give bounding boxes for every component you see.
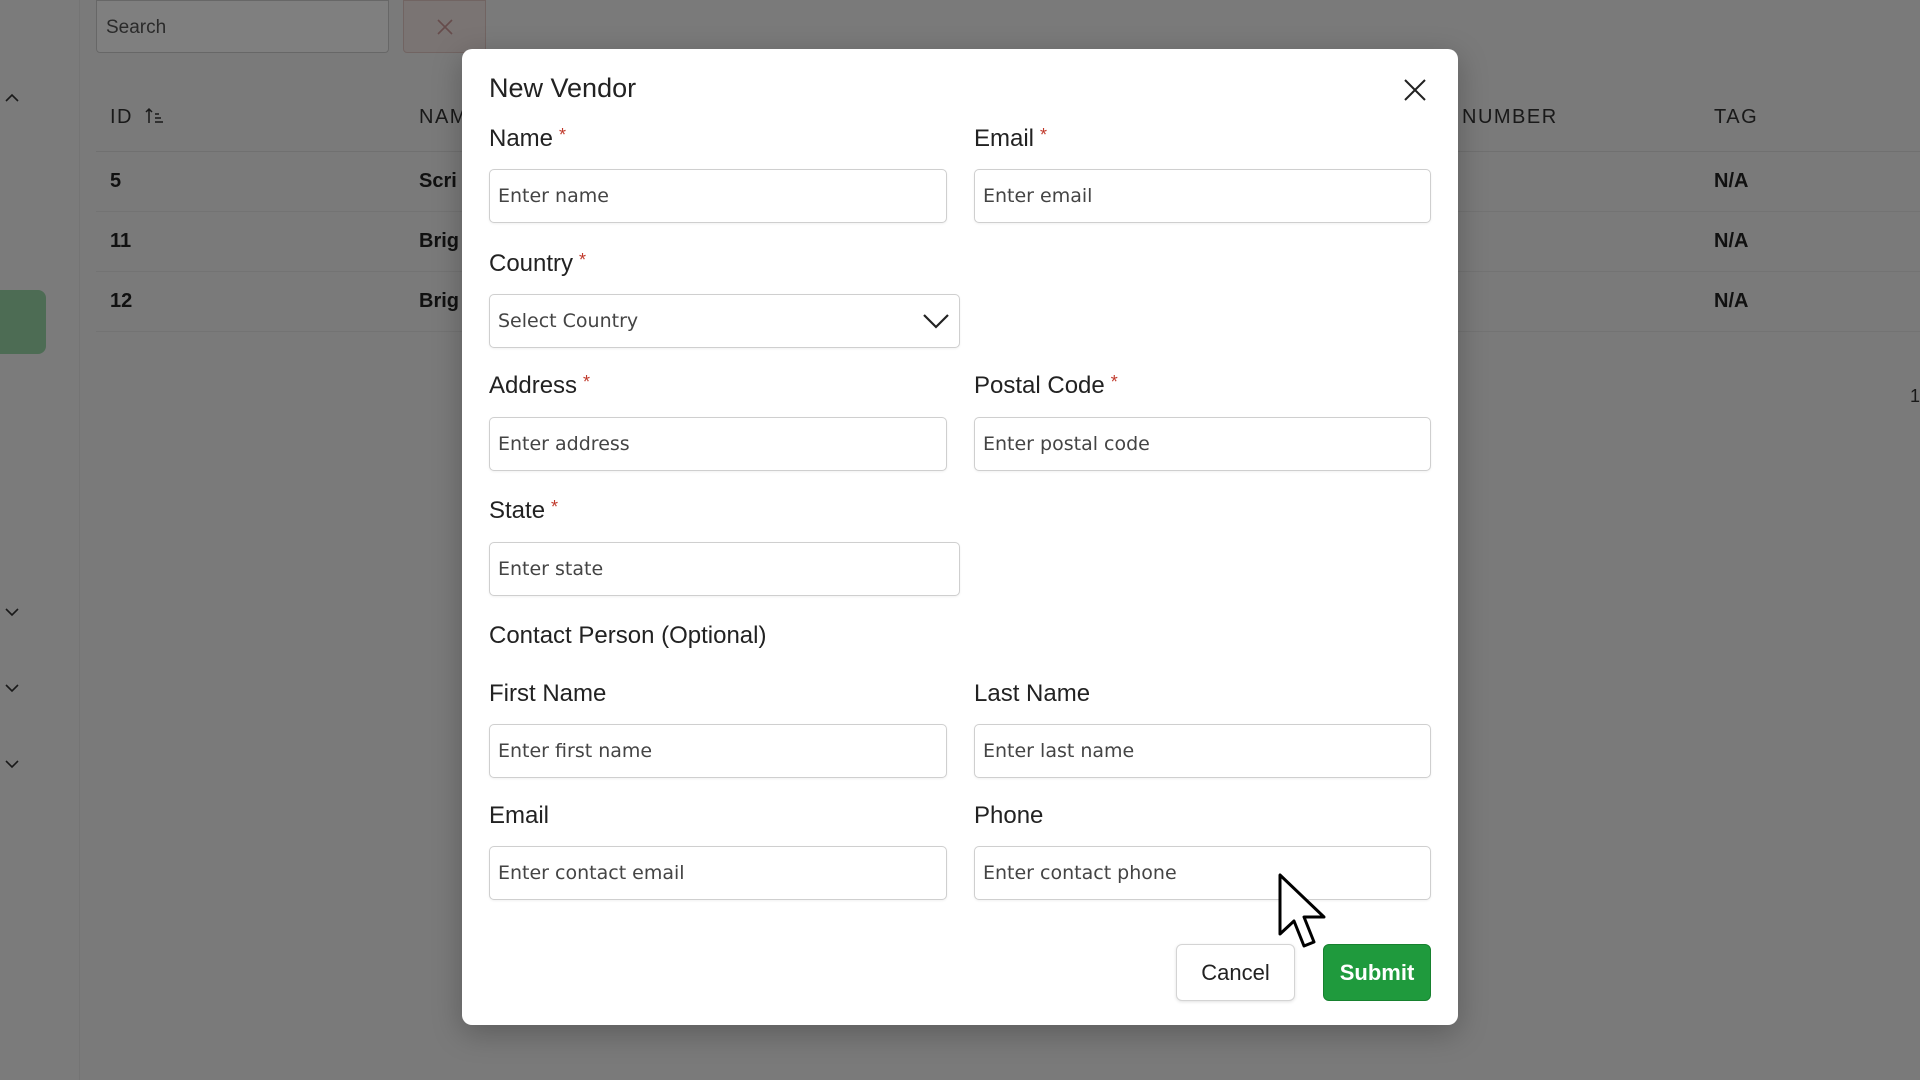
required-marker: * xyxy=(1110,372,1118,392)
close-icon xyxy=(1404,79,1426,101)
last-name-label: Last Name xyxy=(974,680,1091,707)
close-dialog-button[interactable] xyxy=(1398,73,1432,107)
mouse-cursor-icon xyxy=(1278,873,1326,948)
dialog-title: New Vendor xyxy=(489,73,637,103)
required-marker: * xyxy=(559,125,567,145)
required-marker: * xyxy=(579,250,587,270)
state-label: State * xyxy=(489,497,559,524)
first-name-label: First Name xyxy=(489,680,607,707)
contact-email-input[interactable] xyxy=(489,846,947,900)
name-label: Name * xyxy=(489,125,567,152)
cancel-button[interactable]: Cancel xyxy=(1176,944,1295,1001)
last-name-input[interactable] xyxy=(974,724,1431,778)
contact-email-label: Email xyxy=(489,802,550,829)
name-input[interactable] xyxy=(489,169,947,223)
address-input[interactable] xyxy=(489,417,947,471)
chevron-down-icon xyxy=(923,314,949,329)
required-marker: * xyxy=(1040,125,1048,145)
postal-code-label: Postal Code * xyxy=(974,372,1118,399)
required-marker: * xyxy=(551,497,559,517)
contact-section-title: Contact Person (Optional) xyxy=(489,622,767,649)
country-select-value: Select Country xyxy=(498,310,639,332)
email-input[interactable] xyxy=(974,169,1431,223)
first-name-input[interactable] xyxy=(489,724,947,778)
address-label: Address * xyxy=(489,372,591,399)
country-label: Country * xyxy=(489,250,587,277)
required-marker: * xyxy=(583,372,591,392)
contact-phone-input[interactable] xyxy=(974,846,1431,900)
email-label: Email * xyxy=(974,125,1048,152)
contact-phone-label: Phone xyxy=(974,802,1044,829)
submit-button[interactable]: Submit xyxy=(1323,944,1431,1001)
postal-code-input[interactable] xyxy=(974,417,1431,471)
country-select[interactable]: Select Country xyxy=(489,294,960,348)
state-input[interactable] xyxy=(489,542,960,596)
